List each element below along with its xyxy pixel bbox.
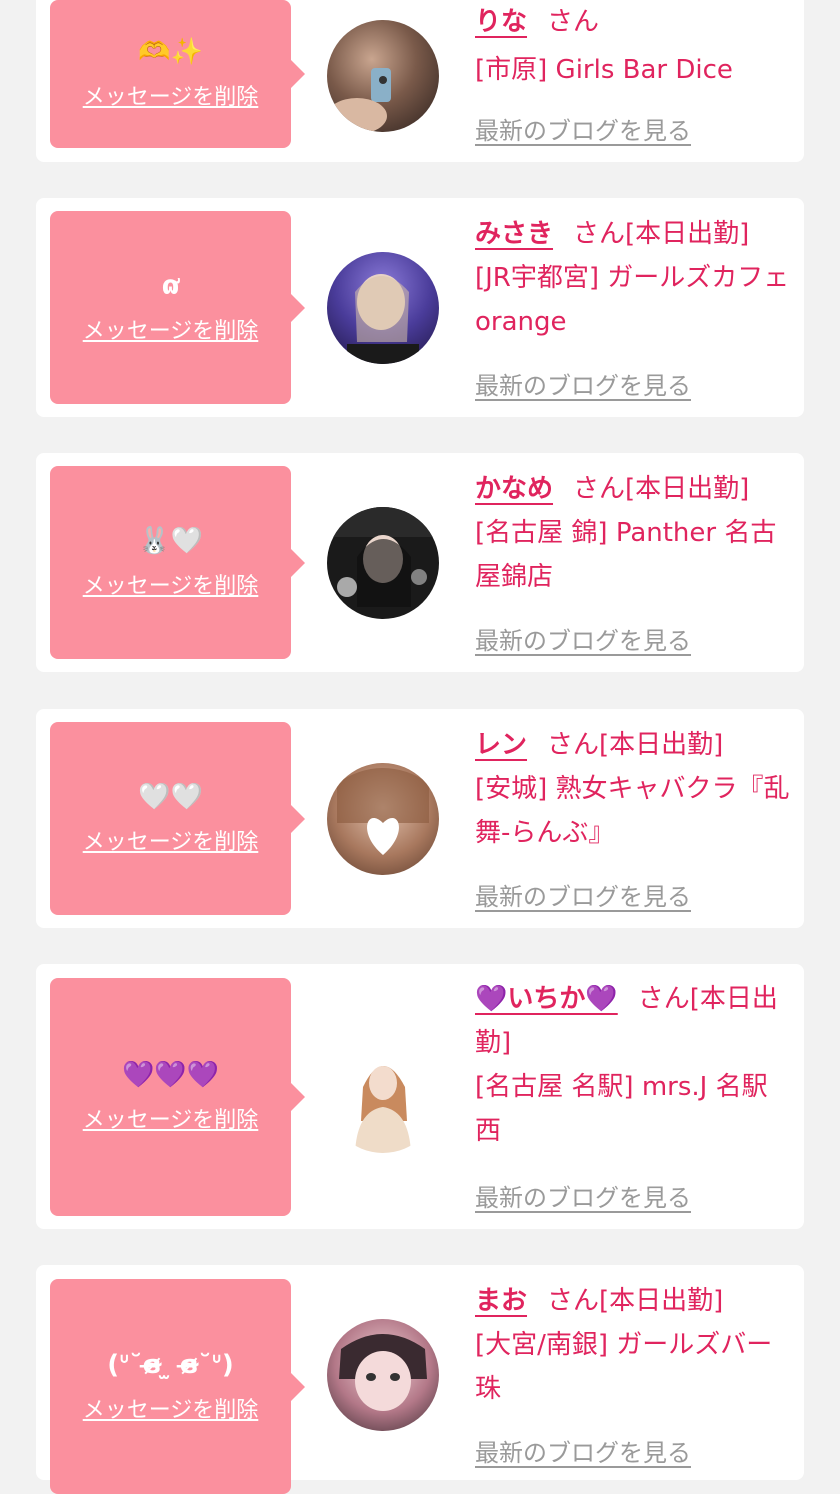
delete-message-button[interactable]: 🫶✨ メッセージを削除 [50,0,305,148]
message-text: 🐰🤍 [138,525,203,556]
delete-message-button[interactable]: 💜💜💜 メッセージを削除 [50,978,305,1216]
delete-message-link[interactable]: メッセージを削除 [83,1392,259,1424]
avatar-photo [337,768,429,855]
delete-message-button[interactable]: (ᐡ˘ɞ̴̶̷ ̫ ɞ̴̶̷˘ᐡ) メッセージを削除 [50,1279,305,1494]
latest-blog-link[interactable]: 最新のブログを見る [475,366,691,401]
avatar[interactable] [327,507,439,619]
favorite-card: (ᐡ˘ɞ̴̶̷ ̫ ɞ̴̶̷˘ᐡ) メッセージを削除 まお さん[本日出勤] [大… [36,1265,804,1494]
avatar[interactable] [327,252,439,364]
san-suffix: さん [547,1286,600,1316]
work-status: [本日出勤] [599,730,724,760]
message-text: ɷ̛ [161,270,180,301]
favorite-card: 🫶✨ メッセージを削除 りな さん [市原] Girls Bar Dice 最新の… [36,0,804,162]
latest-blog-link[interactable]: 最新のブログを見る [475,1433,691,1468]
work-status: [本日出勤] [625,474,750,504]
san-suffix: さん [547,730,600,760]
cast-name-link[interactable]: レン [475,730,527,760]
message-text: 🫶✨ [138,37,203,67]
latest-blog-link[interactable]: 最新のブログを見る [475,1178,691,1213]
avatar[interactable] [327,20,439,132]
cast-info: レン さん[本日出勤] [安城] 熟女キャバクラ『乱舞-らんぶ』 [475,723,793,855]
shop-name: [安城] 熟女キャバクラ『乱舞-らんぶ』 [475,774,790,848]
cast-info: りな さん [市原] Girls Bar Dice [475,0,793,92]
shop-name: [名古屋 錦] Panther 名古屋錦店 [475,518,777,592]
avatar[interactable] [327,763,439,875]
latest-blog-link[interactable]: 最新のブログを見る [475,877,691,912]
delete-message-button[interactable]: 🤍🤍 メッセージを削除 [50,722,305,915]
cast-info: みさき さん[本日出勤] [JR宇都宮] ガールズカフェ orange [475,212,793,344]
latest-blog-link[interactable]: 最新のブログを見る [475,111,691,146]
work-status: [本日出勤] [625,219,750,249]
avatar-photo [327,507,439,607]
message-text: (ᐡ˘ɞ̴̶̷ ̫ ɞ̴̶̷˘ᐡ) [107,1349,234,1380]
avatar-photo [355,1066,411,1153]
work-status: [本日出勤] [599,1286,724,1316]
message-text: 💜💜💜 [121,1060,220,1090]
favorite-card: 🤍🤍 メッセージを削除 レン さん[本日出勤] [安城] 熟女キャバクラ『乱舞-ら… [36,709,804,928]
delete-message-link[interactable]: メッセージを削除 [83,79,259,111]
avatar-photo [347,274,419,364]
san-suffix: さん [573,219,626,249]
avatar[interactable] [327,1319,439,1431]
cast-info: まお さん[本日出勤] [大宮/南銀] ガールズバー 珠 [475,1279,793,1411]
shop-name: [市原] Girls Bar Dice [475,55,733,85]
favorite-card: 🐰🤍 メッセージを削除 かなめ さん[本日出勤] [名古屋 錦] Panther … [36,453,804,672]
latest-blog-link[interactable]: 最新のブログを見る [475,621,691,656]
delete-message-link[interactable]: メッセージを削除 [83,1102,259,1134]
delete-message-button[interactable]: ɷ̛ メッセージを削除 [50,211,305,404]
shop-name: [JR宇都宮] ガールズカフェ orange [475,263,790,337]
delete-message-link[interactable]: メッセージを削除 [83,313,259,345]
cast-name-link[interactable]: まお [475,1286,527,1316]
cast-name-link[interactable]: 💜いちか💜 [475,984,618,1014]
cast-name-link[interactable]: みさき [475,219,553,249]
delete-message-link[interactable]: メッセージを削除 [83,824,259,856]
san-suffix: さん [573,474,626,504]
favorite-card: 💜💜💜 メッセージを削除 💜いちか💜 さん[本日出勤] [名古屋 名駅] mrs.… [36,964,804,1229]
san-suffix: さん [547,7,600,37]
delete-message-link[interactable]: メッセージを削除 [83,568,259,600]
shop-name: [大宮/南銀] ガールズバー 珠 [475,1330,773,1404]
cast-name-link[interactable]: りな [475,7,527,37]
cast-name-link[interactable]: かなめ [475,474,553,504]
shop-name: [名古屋 名駅] mrs.J 名駅西 [475,1072,768,1146]
avatar[interactable] [327,1041,439,1153]
message-text: 🤍🤍 [138,781,203,812]
cast-info: かなめ さん[本日出勤] [名古屋 錦] Panther 名古屋錦店 [475,467,793,599]
avatar-photo [327,68,391,132]
delete-message-button[interactable]: 🐰🤍 メッセージを削除 [50,466,305,659]
san-suffix: さん [637,984,690,1014]
cast-info: 💜いちか💜 さん[本日出勤] [名古屋 名駅] mrs.J 名駅西 [475,977,793,1153]
avatar-photo [339,1334,427,1411]
favorite-card: ɷ̛ メッセージを削除 みさき さん[本日出勤] [JR宇都宮] ガールズカフェ … [36,198,804,417]
